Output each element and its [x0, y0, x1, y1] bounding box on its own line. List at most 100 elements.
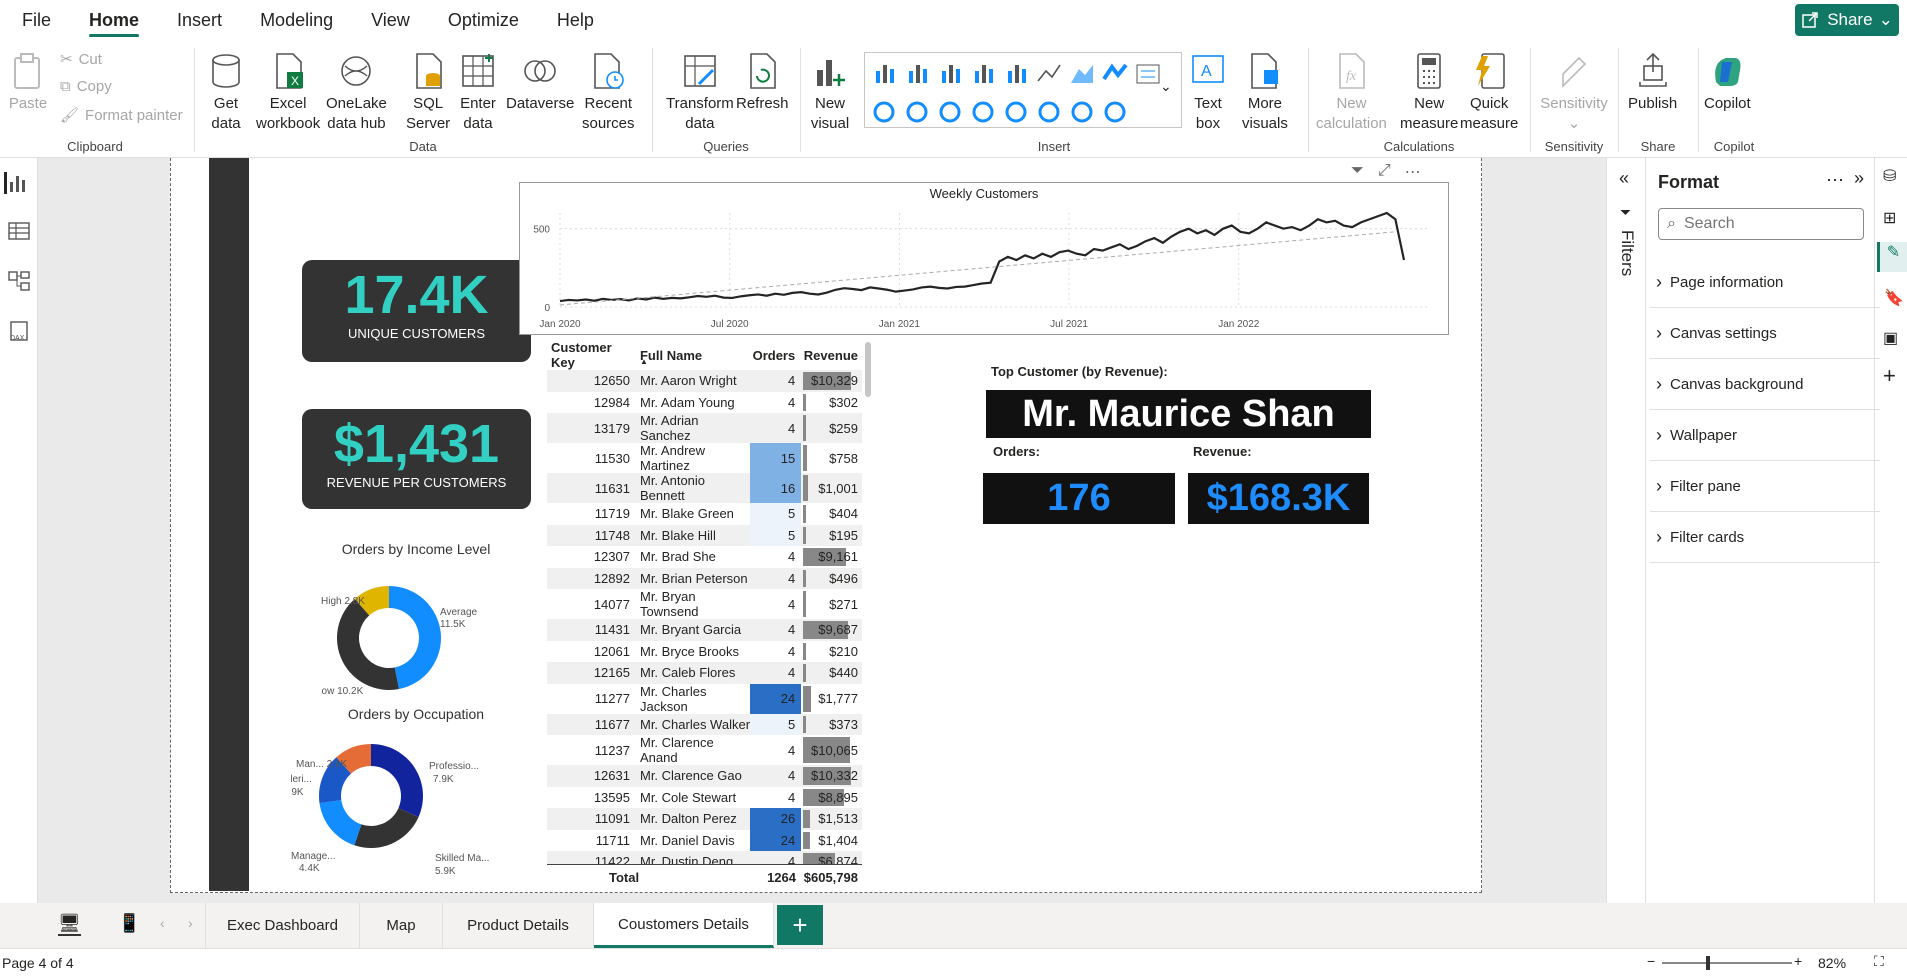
more-options-icon[interactable]: ⋯ — [1826, 170, 1844, 191]
filters-pane-collapsed[interactable]: « ⏷ Filters — [1606, 158, 1646, 903]
occupation-donut-chart[interactable]: Man... 2.9K Cleri... 3.9K Professio... 7.9K M… — [291, 726, 551, 886]
table-view-icon[interactable] — [8, 220, 30, 242]
pie-icon[interactable] — [1136, 64, 1160, 84]
table-row[interactable]: 12984 Mr. Adam Young 4 $302 — [547, 391, 862, 413]
build-visual-icon[interactable]: ⊞ — [1883, 208, 1896, 228]
filter-icon[interactable]: ⏷ — [1351, 162, 1364, 182]
format-painter-button[interactable]: 🖌 Format painter — [60, 106, 183, 125]
format-section-canvas-background[interactable]: › Canvas background — [1650, 360, 1880, 410]
gallery-chevron-icon[interactable]: ⌄ — [1160, 78, 1172, 95]
slice-skilled-manual[interactable] — [354, 808, 419, 848]
kpi-icon[interactable] — [1038, 101, 1060, 123]
table-row[interactable]: 12892 Mr. Brian Peterson 4 $496 — [547, 567, 862, 589]
table-row[interactable]: 12165 Mr. Caleb Flores 4 $440 — [547, 662, 862, 684]
table-row[interactable]: 11091 Mr. Dalton Perez 26 $1,513 — [547, 808, 862, 830]
card-icon[interactable] — [1005, 101, 1027, 123]
table-row[interactable]: 11237 Mr. Clarence Anand 4 $10,065 — [547, 735, 862, 765]
clustered-column-icon[interactable] — [975, 65, 993, 83]
dataverse-button[interactable]: Dataverse — [506, 52, 574, 114]
slice-professional[interactable] — [371, 744, 423, 817]
table-row[interactable]: 13179 Mr. Adrian Sanchez 4 $259 — [547, 413, 862, 443]
focus-mode-icon[interactable]: ⤢ — [1378, 162, 1391, 182]
recent-sources-button[interactable]: Recent sources — [582, 52, 635, 134]
col-header-orders[interactable]: Orders — [750, 340, 801, 370]
page-tab-product-details[interactable]: Product Details — [443, 903, 594, 948]
visual-gallery[interactable] — [864, 52, 1182, 128]
format-section-filter-pane[interactable]: › Filter pane — [1650, 462, 1880, 512]
table-row[interactable]: 11530 Mr. Andrew Martinez 15 $758 — [547, 443, 862, 473]
area-icon[interactable] — [1071, 65, 1093, 83]
tab-file[interactable]: File — [22, 2, 51, 39]
hundred-column-icon[interactable] — [1008, 65, 1026, 83]
matrix-icon[interactable] — [1104, 101, 1126, 123]
new-calculation-button[interactable]: fx New calculation — [1316, 52, 1387, 134]
line-icon[interactable] — [1037, 64, 1061, 82]
tab-optimize[interactable]: Optimize — [448, 2, 519, 39]
format-search[interactable]: ⌕ — [1658, 208, 1864, 240]
table-row[interactable]: 11631 Mr. Antonio Bennett 16 $1,001 — [547, 473, 862, 503]
table-row[interactable]: 14077 Mr. Bryan Townsend 4 $271 — [547, 589, 862, 619]
desktop-view-icon[interactable]: 🖥 — [58, 913, 81, 936]
slice-average[interactable] — [389, 586, 441, 690]
col-header-customer-key[interactable]: Customer Key — [547, 340, 636, 370]
fit-to-page-icon[interactable]: ⛶ — [1874, 953, 1884, 970]
col-header-full-name[interactable]: Full Name ▲ — [636, 340, 750, 370]
zoom-slider-thumb[interactable] — [1706, 956, 1710, 970]
more-visuals-button[interactable]: More visuals — [1242, 52, 1288, 134]
tab-modeling[interactable]: Modeling — [260, 2, 333, 39]
scroll-left-icon[interactable]: ‹ — [160, 915, 165, 931]
top-customer-name[interactable]: Mr. Maurice Shan — [986, 390, 1371, 438]
mobile-view-icon[interactable]: 📱 — [118, 913, 140, 934]
page-tab-map[interactable]: Map — [360, 903, 443, 948]
table-row[interactable]: 12307 Mr. Brad She 4 $9,161 — [547, 546, 862, 568]
selection-icon[interactable]: ▣ — [1883, 328, 1898, 348]
table-row[interactable]: 11711 Mr. Daniel Davis 24 $1,404 — [547, 829, 862, 851]
zoom-slider[interactable] — [1662, 956, 1792, 970]
gauge-icon[interactable] — [972, 101, 994, 123]
slice-management[interactable] — [319, 800, 362, 846]
format-section-wallpaper[interactable]: › Wallpaper — [1650, 411, 1880, 461]
model-view-icon[interactable] — [8, 270, 30, 292]
data-pane-icon[interactable]: ⛁ — [1883, 166, 1896, 186]
stacked-column-icon[interactable] — [909, 65, 927, 83]
table-row[interactable]: 12631 Mr. Clarence Gao 4 $10,332 — [547, 765, 862, 787]
search-input[interactable] — [1683, 215, 1834, 233]
kpi-card-revenue-per-customer[interactable]: $1,431 REVENUE PER CUSTOMERS — [302, 409, 531, 509]
quick-measure-button[interactable]: Quick measure — [1460, 52, 1518, 134]
table-row[interactable]: 12061 Mr. Bryce Brooks 4 $210 — [547, 640, 862, 662]
table-scrollbar[interactable] — [865, 342, 871, 397]
map-icon[interactable] — [939, 101, 961, 123]
top-customer-orders[interactable]: 176 — [983, 473, 1175, 524]
table-row[interactable]: 11277 Mr. Charles Jackson 24 $1,777 — [547, 683, 862, 714]
tab-help[interactable]: Help — [557, 2, 594, 39]
format-visual-icon[interactable]: ✎ — [1877, 242, 1907, 272]
share-button[interactable]: Share ⌄ — [1795, 4, 1899, 36]
scroll-right-icon[interactable]: › — [188, 915, 193, 931]
zoom-in-icon[interactable]: + — [1794, 953, 1802, 969]
text-box-button[interactable]: A Text box — [1188, 52, 1228, 134]
collapse-pane-icon[interactable]: » — [1854, 168, 1864, 189]
weekly-customers-line[interactable] — [559, 211, 1406, 303]
get-data-button[interactable]: Get data — [206, 52, 246, 134]
dax-query-icon[interactable]: DAX — [8, 320, 30, 342]
treemap-icon[interactable] — [906, 101, 928, 123]
donut-icon[interactable] — [873, 101, 895, 123]
income-donut-chart[interactable]: Average11.5K High 2.8K Low 10.2K — [321, 568, 541, 698]
table-row[interactable]: 13595 Mr. Cole Stewart 4 $8,895 — [547, 786, 862, 808]
table-row[interactable]: 11719 Mr. Blake Green 5 $404 — [547, 503, 862, 525]
table-row[interactable]: 12650 Mr. Aaron Wright 4 $10,329 — [547, 370, 862, 392]
tab-insert[interactable]: Insert — [177, 2, 222, 39]
bookmark-icon[interactable]: 🔖 — [1884, 288, 1904, 308]
weekly-customers-chart[interactable]: Weekly Customers 500 0 Jan 2020 Jul 2020 Jan… — [519, 182, 1449, 335]
format-section-canvas-settings[interactable]: › Canvas settings — [1650, 309, 1880, 359]
table-row[interactable]: 11677 Mr. Charles Walker 5 $373 — [547, 713, 862, 735]
cut-button[interactable]: ✂ Cut — [60, 50, 102, 69]
publish-button[interactable]: Publish — [1628, 52, 1677, 114]
sensitivity-button[interactable]: Sensitivity ⌄ — [1534, 52, 1614, 134]
add-pane-icon[interactable]: + — [1883, 363, 1896, 389]
copilot-button[interactable]: Copilot — [1704, 52, 1751, 114]
format-section-page-information[interactable]: › Page information — [1650, 258, 1880, 308]
tab-home[interactable]: Home — [89, 2, 140, 39]
new-measure-button[interactable]: New measure — [1400, 52, 1458, 134]
page-tab-exec-dashboard[interactable]: Exec Dashboard — [205, 903, 360, 948]
